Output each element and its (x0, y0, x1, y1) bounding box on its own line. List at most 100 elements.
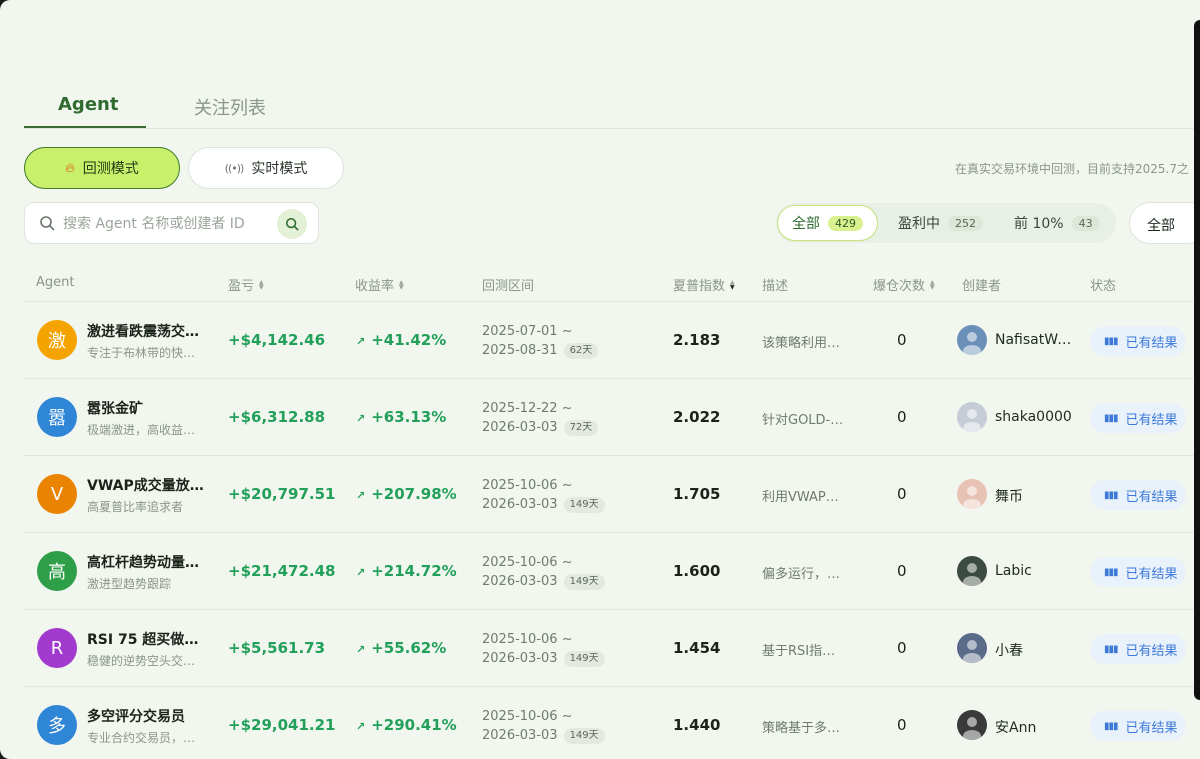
bar-chart-icon: ▮▮▮ (1104, 566, 1118, 578)
range-start: 2025-10-06 ~ (482, 632, 573, 647)
agent-name[interactable]: 激进看跌震荡交易员 (87, 321, 209, 341)
agent-name[interactable]: 嚣张金矿 (87, 398, 209, 418)
range-start: 2025-10-06 ~ (482, 478, 573, 493)
status-badge[interactable]: ▮▮▮ 已有结果 (1090, 326, 1186, 356)
range-start: 2025-12-22 ~ (482, 401, 573, 416)
days-badge: 149天 (563, 728, 605, 744)
table-row[interactable]: 高 高杠杆趋势动量交易员 激进型趋势跟踪 +$21,472.48 ↗ +214.7… (24, 533, 1200, 610)
status-badge[interactable]: ▮▮▮ 已有结果 (1090, 557, 1186, 587)
all-dropdown[interactable]: 全部 (1129, 202, 1200, 244)
creator-name[interactable]: 舞币 (995, 486, 1075, 506)
agent-avatar: 多 (37, 705, 77, 745)
sharpe-value: 2.183 (673, 331, 721, 349)
return-value: ↗ +290.41% (356, 716, 457, 734)
return-value: ↗ +214.72% (356, 562, 457, 580)
return-text: +55.62% (371, 639, 447, 657)
col-pnl[interactable]: 盈亏 ▲ ▼ (228, 275, 264, 294)
bar-chart-icon: ▮▮▮ (1104, 489, 1118, 501)
pnl-value: +$5,561.73 (228, 639, 326, 657)
strategy-description: 策略基于多空评分 (762, 721, 846, 736)
creator-avatar[interactable] (957, 325, 987, 355)
creator-avatar[interactable] (957, 710, 987, 740)
tab-bar: Agent 关注列表 (24, 86, 1200, 129)
col-sharpe[interactable]: 夏普指数 ▲ ▼ (673, 275, 735, 294)
status-badge[interactable]: ▮▮▮ 已有结果 (1090, 403, 1186, 433)
tab-agent[interactable]: Agent (58, 94, 118, 115)
days-badge: 72天 (563, 420, 599, 436)
window-edge (1194, 20, 1200, 700)
return-value: ↗ +55.62% (356, 639, 446, 657)
return-text: +41.42% (371, 331, 447, 349)
range-start: 2025-07-01 ~ (482, 324, 573, 339)
table-row[interactable]: 嚣 嚣张金矿 极端激进，高收益高风险 +$6,312.88 ↗ +63.13% 2… (24, 379, 1200, 456)
col-desc: 描述 (762, 279, 789, 294)
bar-chart-icon: ▮▮▮ (1104, 412, 1118, 424)
agent-subtitle: 极端激进，高收益高风险 (87, 423, 205, 437)
filter-group: 全部 429 盈利中 252 前 10% 43 (776, 203, 1116, 243)
bar-chart-icon: ▮▮▮ (1104, 335, 1118, 347)
pnl-value: +$4,142.46 (228, 331, 326, 349)
agent-avatar: 嚣 (37, 397, 77, 437)
col-creator: 创建者 (962, 279, 1002, 294)
sharpe-value: 1.454 (673, 639, 721, 657)
status-badge[interactable]: ▮▮▮ 已有结果 (1090, 634, 1186, 664)
agent-name[interactable]: VWAP成交量放大交易员 (87, 475, 209, 495)
days-badge: 149天 (563, 574, 605, 590)
table-row[interactable]: 激 激进看跌震荡交易员 专注于布林带的快速交易 +$4,142.46 ↗ +41.… (24, 302, 1200, 379)
pnl-value: +$29,041.21 (228, 716, 336, 734)
col-liquidations[interactable]: 爆仓次数 ▲ ▼ (873, 275, 935, 294)
status-label: 已有结果 (1125, 489, 1178, 505)
backtest-range: 2025-10-06 ~ 2026-03-03 149天 (482, 707, 605, 745)
tab-active-indicator (24, 126, 146, 128)
creator-name[interactable]: 安Ann (995, 717, 1075, 737)
range-start: 2025-10-06 ~ (482, 555, 573, 570)
days-badge: 62天 (563, 343, 599, 359)
live-mode-button[interactable]: ((•)) 实时模式 (188, 147, 344, 189)
return-text: +207.98% (371, 485, 457, 503)
tab-watchlist[interactable]: 关注列表 (194, 94, 266, 120)
agent-name[interactable]: 高杠杆趋势动量交易员 (87, 552, 209, 572)
range-end: 2026-03-03 (482, 420, 558, 435)
user-icon (963, 332, 981, 355)
user-icon (963, 640, 981, 663)
agent-name[interactable]: RSI 75 超买做空交易员 (87, 629, 209, 649)
creator-avatar[interactable] (957, 402, 987, 432)
filter-top-10[interactable]: 前 10% 43 (1000, 205, 1114, 241)
creator-name[interactable]: Labic (995, 563, 1075, 579)
status-badge[interactable]: ▮▮▮ 已有结果 (1090, 711, 1186, 741)
status-label: 已有结果 (1125, 566, 1178, 582)
backtest-mode-label: 回测模式 (82, 161, 139, 177)
table-row[interactable]: V VWAP成交量放大交易员 高夏普比率追求者 +$20,797.51 ↗ +20… (24, 456, 1200, 533)
strategy-description: 偏多运行，追踪趋势 (762, 567, 846, 582)
table-row[interactable]: 多 多空评分交易员 专业合约交易员，多空双向 +$29,041.21 ↗ +290… (24, 687, 1200, 759)
user-icon (963, 563, 981, 586)
range-end: 2025-08-31 (482, 343, 558, 358)
filter-label: 盈利中 (898, 216, 940, 232)
col-return[interactable]: 收益率 ▲ ▼ (355, 275, 404, 294)
user-icon (963, 486, 981, 509)
col-range: 回测区间 (482, 279, 535, 294)
creator-name[interactable]: 小春 (995, 640, 1075, 660)
creator-name[interactable]: shaka0000 (995, 409, 1075, 425)
bar-chart-icon: ▮▮▮ (1104, 720, 1118, 732)
creator-avatar[interactable] (957, 633, 987, 663)
status-label: 已有结果 (1125, 335, 1178, 351)
strategy-description: 利用VWAP和成交量 (762, 490, 846, 505)
creator-avatar[interactable] (957, 479, 987, 509)
search-input[interactable] (63, 212, 273, 236)
search-button[interactable] (277, 209, 307, 239)
arrow-up-right-icon: ↗ (356, 643, 366, 656)
backtest-hint: 在真实交易环境中回测，目前支持2025.7之 (955, 162, 1189, 176)
agent-subtitle: 专业合约交易员，多空双向 (87, 731, 205, 745)
strategy-description: 该策略利用布林带 (762, 336, 846, 351)
return-value: ↗ +41.42% (356, 331, 446, 349)
range-end: 2026-03-03 (482, 497, 558, 512)
status-badge[interactable]: ▮▮▮ 已有结果 (1090, 480, 1186, 510)
agent-name[interactable]: 多空评分交易员 (87, 706, 209, 726)
creator-name[interactable]: NafisatWebber (995, 332, 1075, 348)
filter-profitable[interactable]: 盈利中 252 (884, 205, 997, 241)
table-row[interactable]: R RSI 75 超买做空交易员 稳健的逆势空头交易员 +$5,561.73 ↗… (24, 610, 1200, 687)
backtest-mode-button[interactable]: 🔥︎ 回测模式 (24, 147, 180, 189)
filter-all[interactable]: 全部 429 (777, 205, 878, 241)
creator-avatar[interactable] (957, 556, 987, 586)
